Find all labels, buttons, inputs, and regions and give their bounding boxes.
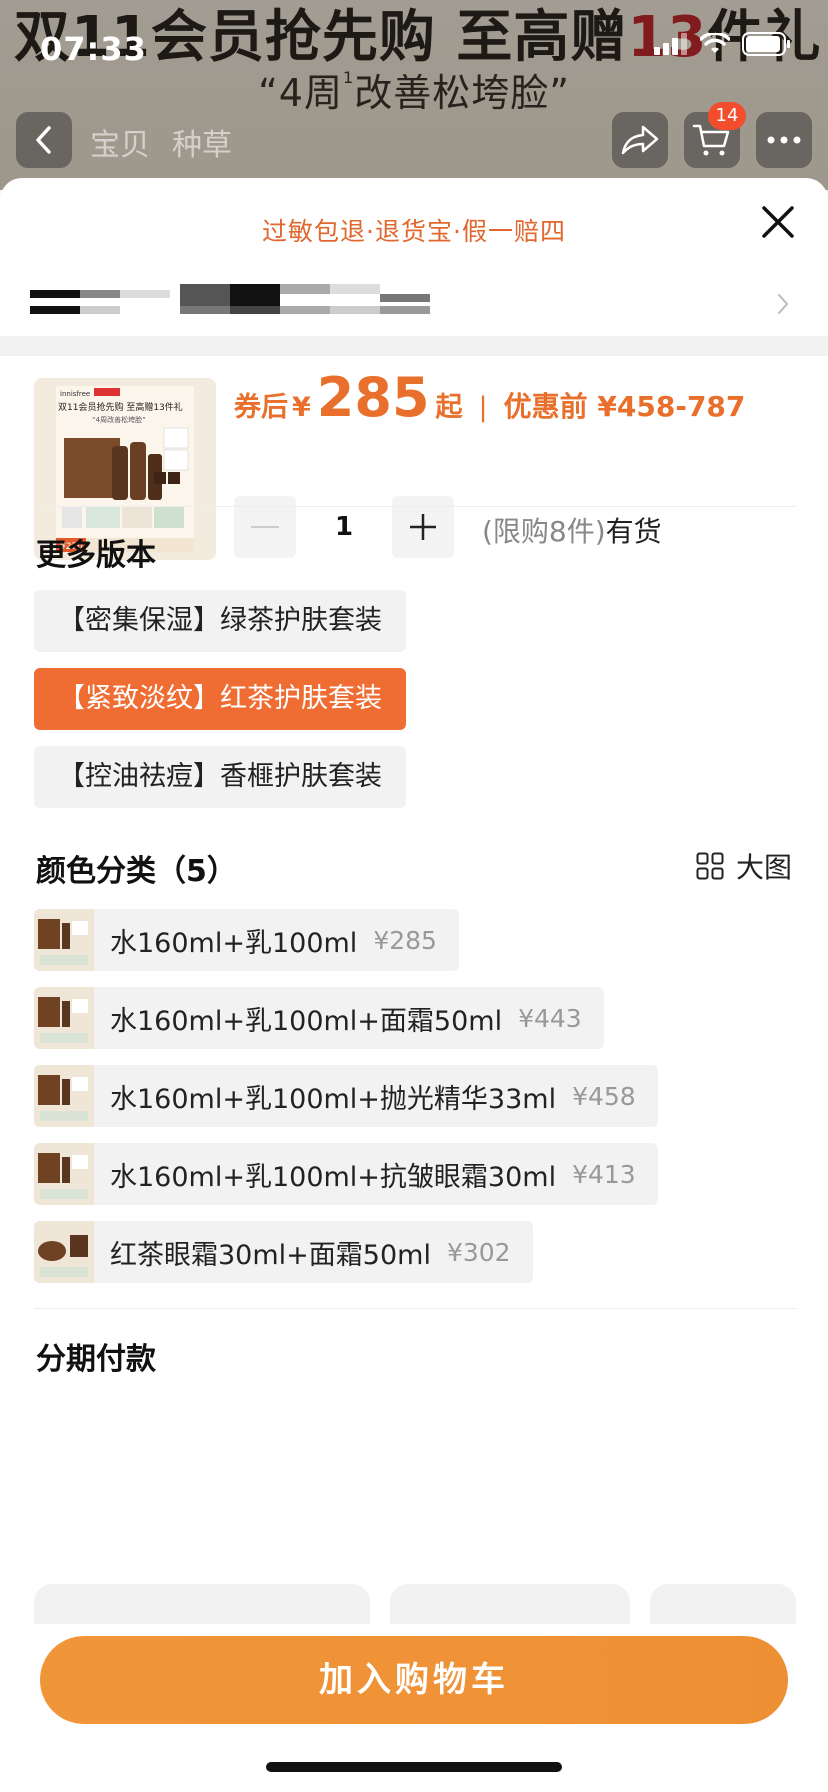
purchase-limit: (限购8件)	[482, 515, 606, 548]
redacted-address	[330, 284, 380, 294]
divider	[34, 506, 796, 507]
price-label: 券后	[234, 392, 288, 423]
color-option-thumbnail	[34, 1143, 94, 1205]
chevron-right-icon	[778, 294, 789, 314]
cart-count-badge: 14	[708, 102, 746, 130]
status-time: 07:33	[40, 30, 147, 68]
more-button[interactable]	[756, 112, 812, 168]
version-option-selected[interactable]: 【紧致淡纹】红茶护肤套装	[34, 668, 406, 730]
home-indicator	[266, 1762, 562, 1772]
redacted-address	[230, 284, 280, 306]
big-view-toggle[interactable]: 大图	[696, 846, 792, 886]
redacted-address	[330, 306, 380, 314]
color-option-thumbnail	[34, 1065, 94, 1127]
redacted-address	[80, 290, 120, 298]
installment-title: 分期付款	[36, 1342, 156, 1377]
redacted-address	[280, 306, 330, 314]
version-option[interactable]: 【控油祛痘】香榧护肤套装	[34, 746, 406, 808]
installment-option[interactable]	[34, 1584, 370, 1624]
redacted-address	[380, 306, 430, 314]
redacted-address	[230, 306, 280, 314]
price-row: 券后 ¥ 285 起 | 优惠前 ¥458-787	[234, 366, 745, 429]
version-option[interactable]: 【密集保湿】绿茶护肤套装	[34, 590, 406, 652]
redacted-address	[30, 290, 80, 298]
redacted-address	[120, 290, 170, 298]
color-option[interactable]: 红茶眼霜30ml+面霜50ml ¥302	[34, 1221, 533, 1283]
redacted-address	[380, 294, 430, 302]
versions-title: 更多版本	[36, 538, 156, 573]
service-guarantee: 过敏包退·退货宝·假一赔四	[262, 217, 566, 246]
color-option-name: 水160ml+乳100ml	[110, 927, 358, 959]
color-option-name: 水160ml+乳100ml+抗皱眼霜30ml	[110, 1161, 557, 1193]
stock-status: (限购8件)有货	[482, 510, 662, 550]
back-button[interactable]	[16, 112, 72, 168]
big-view-label: 大图	[735, 851, 792, 884]
signal-icon	[654, 33, 687, 55]
tab-item[interactable]: 宝贝	[90, 120, 150, 164]
color-option[interactable]: 水160ml+乳100ml+抗皱眼霜30ml ¥413	[34, 1143, 658, 1205]
divider	[34, 1308, 796, 1309]
color-option-thumbnail	[34, 987, 94, 1049]
sku-selector-sheet: 过敏包退·退货宝·假一赔四 innisfree 双11会员抢先购 至高赠13件礼…	[0, 178, 828, 1792]
color-option-price: ¥285	[373, 925, 437, 955]
redacted-address	[180, 284, 230, 306]
color-option-name: 红茶眼霜30ml+面霜50ml	[110, 1239, 431, 1271]
color-option-name: 水160ml+乳100ml+抛光精华33ml	[110, 1083, 557, 1115]
coupon-price: 285	[316, 366, 430, 429]
minus-icon	[251, 526, 279, 528]
color-option[interactable]: 水160ml+乳100ml ¥285	[34, 909, 459, 971]
redacted-address	[30, 306, 80, 314]
color-option-thumbnail	[34, 909, 94, 971]
section-divider	[0, 336, 828, 356]
back-icon	[36, 126, 51, 154]
nav-tabs: 宝贝 种草	[90, 120, 232, 164]
close-icon[interactable]	[758, 202, 798, 242]
color-option-price: ¥443	[518, 1003, 582, 1033]
color-option-price: ¥458	[572, 1081, 636, 1111]
color-option[interactable]: 水160ml+乳100ml+面霜50ml ¥443	[34, 987, 604, 1049]
redacted-address	[280, 284, 330, 294]
add-to-cart-button[interactable]: 加入购物车	[40, 1636, 788, 1724]
status-icons	[654, 32, 792, 56]
redacted-address	[180, 306, 230, 314]
currency-symbol: ¥	[292, 392, 311, 423]
cart-button[interactable]: 14	[684, 102, 746, 168]
thumb-brand-text: innisfree	[60, 390, 90, 398]
installment-option[interactable]	[650, 1584, 796, 1624]
color-option-price: ¥413	[572, 1159, 636, 1189]
installment-option[interactable]	[390, 1584, 630, 1624]
price-suffix: 起	[435, 392, 463, 423]
original-price: 优惠前 ¥458-787	[503, 390, 746, 423]
color-category-title: 颜色分类（5）	[36, 854, 237, 889]
battery-icon	[742, 32, 790, 56]
redacted-address	[80, 306, 120, 314]
color-option-name: 水160ml+乳100ml+面霜50ml	[110, 1005, 503, 1037]
thumb-subtitle-text: “4周改善松垮脸”	[92, 415, 146, 424]
color-option-thumbnail	[34, 1221, 94, 1283]
color-option[interactable]: 水160ml+乳100ml+抛光精华33ml ¥458	[34, 1065, 658, 1127]
share-button[interactable]	[612, 112, 668, 168]
shipping-address-row[interactable]	[30, 278, 800, 338]
tab-seeding[interactable]: 种草	[172, 120, 232, 164]
wifi-icon	[700, 33, 730, 53]
price-separator: |	[478, 392, 488, 423]
color-option-price: ¥302	[446, 1237, 511, 1267]
stock-label: 有货	[605, 515, 662, 548]
more-icon	[767, 136, 801, 144]
plus-icon	[410, 514, 436, 540]
grid-icon	[696, 852, 724, 880]
share-icon	[621, 125, 659, 155]
thumb-title-text: 双11会员抢先购 至高赠13件礼	[58, 401, 183, 413]
